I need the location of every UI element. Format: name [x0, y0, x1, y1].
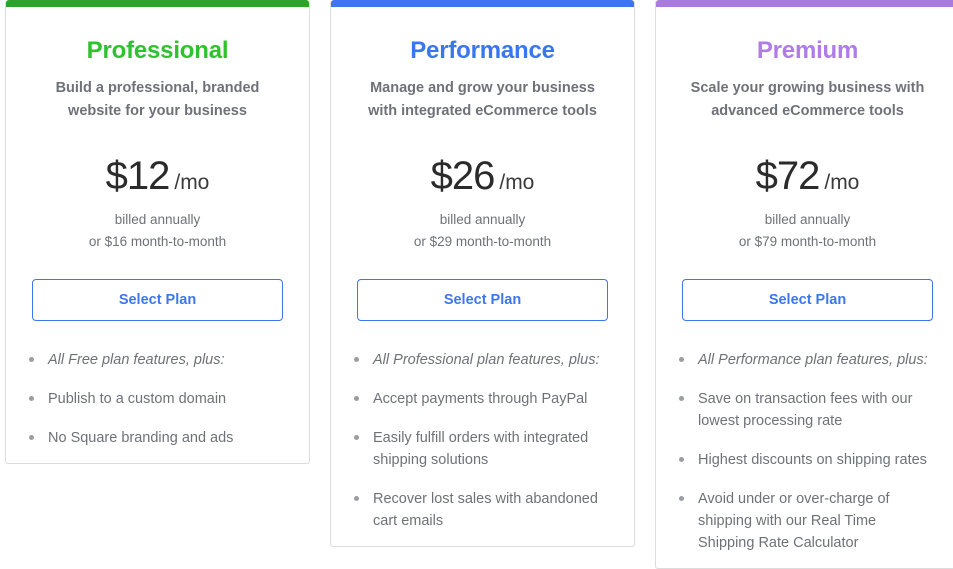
- plan-feature-item: All Free plan features, plus:: [26, 349, 285, 371]
- plan-card: Premium Scale your growing business with …: [655, 0, 953, 569]
- pricing-plans-row: Professional Build a professional, brande…: [0, 0, 953, 569]
- plan-accent-bar: [6, 0, 309, 7]
- plan-price: $12/mo: [6, 154, 309, 199]
- plan-billing-monthly-note: or $29 month-to-month: [413, 234, 552, 250]
- plan-billing-annual-note: billed annually: [114, 212, 201, 228]
- plan-feature-item: Recover lost sales with abandoned cart e…: [351, 488, 610, 532]
- select-plan-button[interactable]: Select Plan: [357, 279, 608, 322]
- plan-subtitle: Scale your growing business with advance…: [690, 80, 925, 119]
- plan-card: Performance Manage and grow your business…: [330, 0, 635, 548]
- plan-billing-annual-note: billed annually: [439, 212, 526, 228]
- select-plan-button[interactable]: Select Plan: [682, 279, 933, 322]
- plan-price-period: /mo: [499, 171, 535, 195]
- plan-price-amount: $12: [105, 154, 171, 199]
- plan-price-amount: $26: [430, 154, 496, 199]
- plan-accent-bar: [331, 0, 634, 7]
- select-plan-button[interactable]: Select Plan: [32, 279, 283, 322]
- plan-features-list: All Free plan features, plus: Publish to …: [6, 349, 309, 449]
- plan-price-period: /mo: [174, 171, 210, 195]
- plan-feature-item: Publish to a custom domain: [26, 388, 285, 410]
- plan-features-list: All Professional plan features, plus: Acc…: [331, 349, 634, 532]
- plan-billing-monthly-note: or $16 month-to-month: [88, 234, 227, 250]
- plan-billing-annual-note: billed annually: [764, 212, 851, 228]
- plan-subtitle: Manage and grow your business with integ…: [368, 80, 597, 119]
- plan-price: $26/mo: [331, 154, 634, 199]
- plan-title: Professional: [86, 37, 229, 64]
- plan-accent-bar: [656, 0, 953, 7]
- plan-feature-item: All Performance plan features, plus:: [676, 349, 935, 371]
- plan-billing-monthly-note: or $79 month-to-month: [738, 234, 877, 250]
- plan-feature-item: Save on transaction fees with our lowest…: [676, 388, 935, 432]
- plan-feature-item: Accept payments through PayPal: [351, 388, 610, 410]
- plan-title: Performance: [410, 37, 555, 64]
- plan-price: $72/mo: [656, 154, 953, 199]
- plan-feature-item: Highest discounts on shipping rates: [676, 449, 935, 471]
- plan-features-list: All Performance plan features, plus: Save…: [656, 349, 953, 554]
- plan-subtitle: Build a professional, branded website fo…: [55, 80, 260, 119]
- plan-price-amount: $72: [755, 154, 821, 199]
- plan-feature-item: Avoid under or over-charge of shipping w…: [676, 488, 935, 554]
- plan-feature-item: All Professional plan features, plus:: [351, 349, 610, 371]
- plan-price-period: /mo: [824, 171, 860, 195]
- plan-card: Professional Build a professional, brande…: [5, 0, 310, 465]
- plan-feature-item: No Square branding and ads: [26, 427, 285, 449]
- plan-title: Premium: [756, 37, 859, 64]
- plan-feature-item: Easily fulfill orders with integrated sh…: [351, 427, 610, 471]
